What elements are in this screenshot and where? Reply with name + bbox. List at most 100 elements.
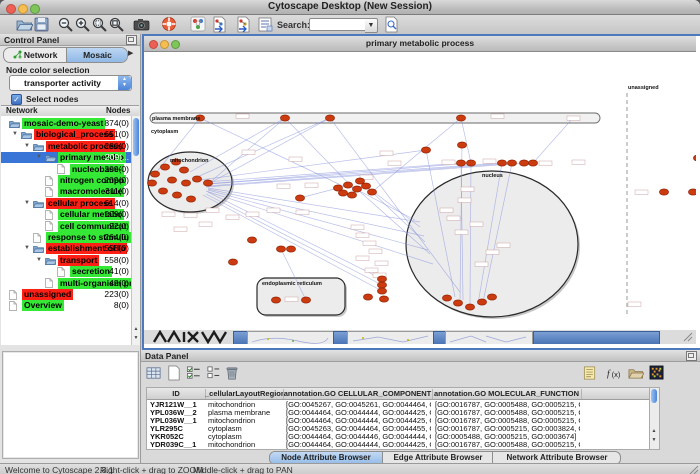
network-node[interactable] (659, 189, 668, 195)
table-scrollbar[interactable]: ▲ ▼ (649, 387, 660, 450)
help-icon[interactable] (161, 16, 178, 33)
network-node[interactable] (352, 186, 361, 192)
filter-form-icon[interactable] (257, 16, 274, 33)
scroll-up-arrow[interactable]: ▲ (651, 428, 657, 434)
network-node[interactable] (457, 142, 466, 148)
network-node[interactable] (276, 246, 285, 252)
network-edge[interactable] (461, 118, 471, 163)
table-grid-icon[interactable] (146, 365, 162, 381)
network-window-title-bar[interactable]: primary metabolic process (144, 36, 696, 52)
window-resize-grip[interactable] (682, 331, 694, 343)
column-header[interactable]: ID (147, 389, 206, 399)
vizmapper-icon[interactable] (190, 16, 207, 33)
network-node[interactable] (160, 164, 169, 170)
formula-fx-icon[interactable]: f(x) (606, 365, 622, 381)
network-edge[interactable] (533, 118, 573, 163)
background-window-fragment[interactable] (333, 331, 348, 344)
table-row-yjr121w__1[interactable]: YJR121W__1mitochondrion[GO:0045267, GO:0… (147, 400, 649, 408)
network-node[interactable] (363, 294, 372, 300)
open-attributes-icon[interactable] (628, 365, 644, 381)
search-input[interactable] (309, 18, 367, 31)
network-node[interactable] (465, 304, 474, 310)
tree-row-response-to-stimulu[interactable]: response to stimulu264(0) (1, 232, 131, 243)
scroll-down-arrow[interactable]: ▼ (133, 335, 139, 341)
table-row-ykr052c[interactable]: YKR052Ccytoplasm[GO:0044464, GO:0044446,… (147, 432, 649, 440)
network-node[interactable] (507, 160, 516, 166)
scroll-up-arrow[interactable]: ▲ (133, 326, 139, 332)
network-overview-panel[interactable] (2, 351, 139, 459)
import-network-icon[interactable] (211, 16, 228, 33)
network-edge[interactable] (300, 188, 338, 198)
table-scrollbar-thumb[interactable] (651, 389, 657, 403)
network-node[interactable] (377, 288, 386, 294)
network-snapshot-icon[interactable] (133, 16, 150, 33)
tab-mosaic[interactable]: Mosaic (66, 48, 128, 62)
network-edge[interactable] (197, 118, 330, 177)
select-attributes-icon[interactable] (186, 365, 202, 381)
background-window-fragment[interactable] (247, 331, 334, 344)
float-panel-icon[interactable] (686, 351, 697, 361)
save-session-icon[interactable] (33, 16, 50, 33)
network-node[interactable] (172, 192, 181, 198)
float-panel-icon[interactable] (126, 35, 137, 45)
unselect-attributes-icon[interactable] (206, 365, 222, 381)
background-window-fragment[interactable] (233, 331, 248, 344)
network-node[interactable] (247, 237, 256, 243)
tree-row-primary-metabo[interactable]: ▼primary metabo209(... (1, 152, 131, 163)
network-node[interactable] (150, 171, 159, 177)
network-node[interactable] (355, 178, 364, 184)
network-canvas[interactable]: plasma membranecytoplasmmitochondrionnuc… (144, 52, 696, 330)
network-edge[interactable] (205, 163, 471, 184)
network-node[interactable] (192, 176, 201, 182)
tree-row-overview[interactable]: Overview8(0) (1, 300, 131, 311)
zoom-selected-region-icon[interactable] (91, 16, 108, 33)
table-row-ypl036w__1[interactable]: YPL036W__1mitochondrion[GO:0044464, GO:0… (147, 416, 649, 424)
new-attribute-icon[interactable] (166, 365, 182, 381)
network-edge[interactable] (203, 195, 382, 291)
node-color-dropdown[interactable]: transporter activity ▲▼ (9, 75, 132, 91)
tree-row-secretion[interactable]: secretion41(0) (1, 266, 131, 277)
tab-overflow-arrow[interactable]: ▶ (128, 48, 137, 60)
tree-row-establishment-of-lo[interactable]: ▼establishment of lo558(0) (1, 243, 131, 254)
tree-row-macromolecule[interactable]: macromolecule311(0) (1, 186, 131, 197)
scroll-down-arrow[interactable]: ▼ (651, 437, 657, 443)
network-edge[interactable] (208, 190, 428, 250)
tree-row-nucleobase-[interactable]: nucleobase-209(0) (1, 164, 131, 175)
network-node[interactable] (379, 296, 388, 302)
tree-row-multi-organism-pro[interactable]: multi-organism pro42(0) (1, 278, 131, 289)
search-config-icon[interactable] (383, 16, 400, 33)
network-node[interactable] (377, 282, 386, 288)
network-node[interactable] (280, 115, 289, 121)
network-node[interactable] (377, 276, 386, 282)
network-node[interactable] (338, 190, 347, 196)
tree-row-unassigned[interactable]: unassigned223(0) (1, 289, 131, 300)
network-node[interactable] (203, 180, 212, 186)
tree-row-biological-process[interactable]: ▼biological_process651(0) (1, 129, 131, 140)
network-node[interactable] (466, 160, 475, 166)
tab-network[interactable]: Network (4, 48, 66, 62)
tree-row-nitrogen-compo[interactable]: nitrogen compo209(0) (1, 175, 131, 186)
delete-attribute-icon[interactable] (224, 365, 240, 381)
tree-row-transport[interactable]: ▼transport558(0) (1, 255, 131, 266)
network-node[interactable] (343, 182, 352, 188)
open-session-icon[interactable] (16, 16, 33, 33)
select-nodes-checkbox[interactable]: ✓ (11, 94, 22, 105)
tree-row-mosaic-demo-yeast[interactable]: mosaic-demo-yeast874(0) (1, 118, 131, 129)
network-node[interactable] (295, 195, 304, 201)
zoom-out-icon[interactable] (57, 16, 74, 33)
network-node[interactable] (693, 155, 696, 161)
network-node[interactable] (453, 300, 462, 306)
network-node[interactable] (179, 167, 188, 173)
notes-icon[interactable] (582, 365, 598, 381)
network-edge[interactable] (205, 163, 461, 182)
tree-row-cellular-metabo[interactable]: cellular metabo209(0) (1, 209, 131, 220)
tree-scrollbar[interactable]: ▲ ▼ (131, 116, 140, 345)
column-header[interactable]: _cellularLayoutRegion (205, 389, 284, 399)
network-node[interactable] (271, 297, 280, 303)
table-row-ypl036w__2[interactable]: YPL036W__2plasma membrane[GO:0044464, GO… (147, 408, 649, 416)
network-node[interactable] (442, 295, 451, 301)
network-node[interactable] (456, 115, 465, 121)
network-node[interactable] (421, 147, 430, 153)
background-window-fragment[interactable] (445, 331, 533, 344)
tree-scrollbar-thumb[interactable] (133, 118, 139, 156)
